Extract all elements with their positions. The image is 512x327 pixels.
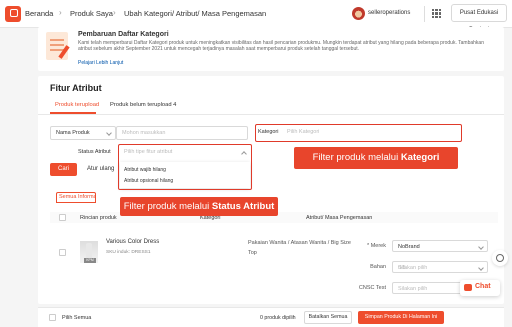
cancel-all-button[interactable]: Batalkan Semua <box>304 311 352 324</box>
learn-more-link[interactable]: Pelajari Lebih Lanjut <box>78 60 123 66</box>
tab-all-info[interactable]: Semua Informasi <box>56 192 96 203</box>
divider <box>424 6 425 22</box>
callout-category-prefix: Filter produk melalui <box>312 152 401 163</box>
save-page-button[interactable]: Simpan Produk Di Halaman Ini <box>358 311 444 324</box>
header-checkbox[interactable] <box>59 214 66 221</box>
search-field-value: Nama Produk <box>56 130 90 136</box>
col-product: Rincian produk <box>80 215 117 221</box>
attr-brand-select[interactable]: NoBrand <box>392 240 488 252</box>
attr-material-select[interactable]: Silakan pilih 0/5 <box>392 261 488 273</box>
shopee-logo-icon[interactable] <box>5 6 21 22</box>
tab-divider <box>38 114 504 115</box>
callout-category: Filter produk melalui Kategori <box>294 147 458 169</box>
seller-name[interactable]: selleroperations <box>368 10 410 16</box>
attr-cnsc-value: Silakan pilih <box>398 285 428 292</box>
breadcrumb-products[interactable]: Produk Saya <box>70 9 113 18</box>
callout-category-bold: Kategori <box>400 152 440 163</box>
chevron-right-icon: › <box>113 8 116 17</box>
chat-label: Chat <box>475 283 491 290</box>
attr-label-cnsc: CNSC Test <box>358 285 386 291</box>
status-highlight-box <box>118 144 252 190</box>
chevron-down-icon <box>478 244 484 250</box>
col-attribute: Atribut/ Masa Pengemasan <box>306 215 373 221</box>
notice-banner: Pembaruan Daftar Kategori Kami telah mem… <box>38 27 504 71</box>
chevron-right-icon: › <box>59 8 62 17</box>
product-name: Various Color Dress <box>106 239 160 245</box>
attr-brand-value: NoBrand <box>398 243 420 250</box>
notice-title: Pembaruan Daftar Kategori <box>78 31 169 38</box>
settings-float-icon[interactable] <box>492 250 508 266</box>
notice-body: Kami telah memperbarui Daftar Kategori p… <box>78 40 484 53</box>
reset-button[interactable]: Atur ulang <box>87 166 114 172</box>
edu-center-button[interactable]: Pusat Edukasi Penjual <box>451 4 507 33</box>
select-all-checkbox[interactable] <box>49 314 56 321</box>
search-field-select[interactable]: Nama Produk <box>50 126 116 140</box>
product-sku: SKU induk: DRESS1 <box>106 250 151 255</box>
apps-grid-icon[interactable] <box>432 9 441 18</box>
tab-not-uploaded[interactable]: Produk belum terupload 4 <box>110 102 176 108</box>
search-button[interactable]: Cari <box>50 163 77 176</box>
status-label: Status Atribut <box>78 149 111 155</box>
chat-button[interactable]: Chat <box>460 280 500 296</box>
attr-label-brand: * Merek <box>367 243 386 249</box>
breadcrumb-current: Ubah Kategori/ Atribut/ Masa Pengemasan <box>124 9 267 18</box>
seller-avatar[interactable] <box>352 7 365 20</box>
category-highlight-box <box>255 124 462 142</box>
selected-count: 0 produk dipilih <box>260 315 296 321</box>
callout-status-bold: Status Atribut <box>211 201 275 212</box>
top-bar: Beranda › Produk Saya › Ubah Kategori/ A… <box>0 0 512 33</box>
chat-icon <box>464 284 472 291</box>
search-input[interactable]: Mohon masukkan <box>116 126 248 140</box>
callout-status: Filter produk melalui Status Atribut <box>120 197 278 216</box>
attr-material-counter: 0/5 <box>398 264 406 271</box>
thumbnail-tag: KPM <box>84 258 96 263</box>
select-all-label: Pilih Semua <box>62 315 92 321</box>
panel-title: Fitur Atribut <box>50 83 102 93</box>
attr-label-material: Bahan <box>370 264 386 270</box>
breadcrumb-home[interactable]: Beranda <box>25 9 53 18</box>
chevron-down-icon <box>106 130 112 136</box>
attribute-panel: Fitur Atribut Produk terupload Produk be… <box>38 76 504 304</box>
search-placeholder: Mohon masukkan <box>122 130 166 136</box>
tab-uploaded[interactable]: Produk terupload <box>55 102 99 108</box>
callout-status-prefix: Filter produk melalui <box>123 201 212 212</box>
row-checkbox[interactable] <box>59 249 66 256</box>
chevron-down-icon <box>478 265 484 271</box>
